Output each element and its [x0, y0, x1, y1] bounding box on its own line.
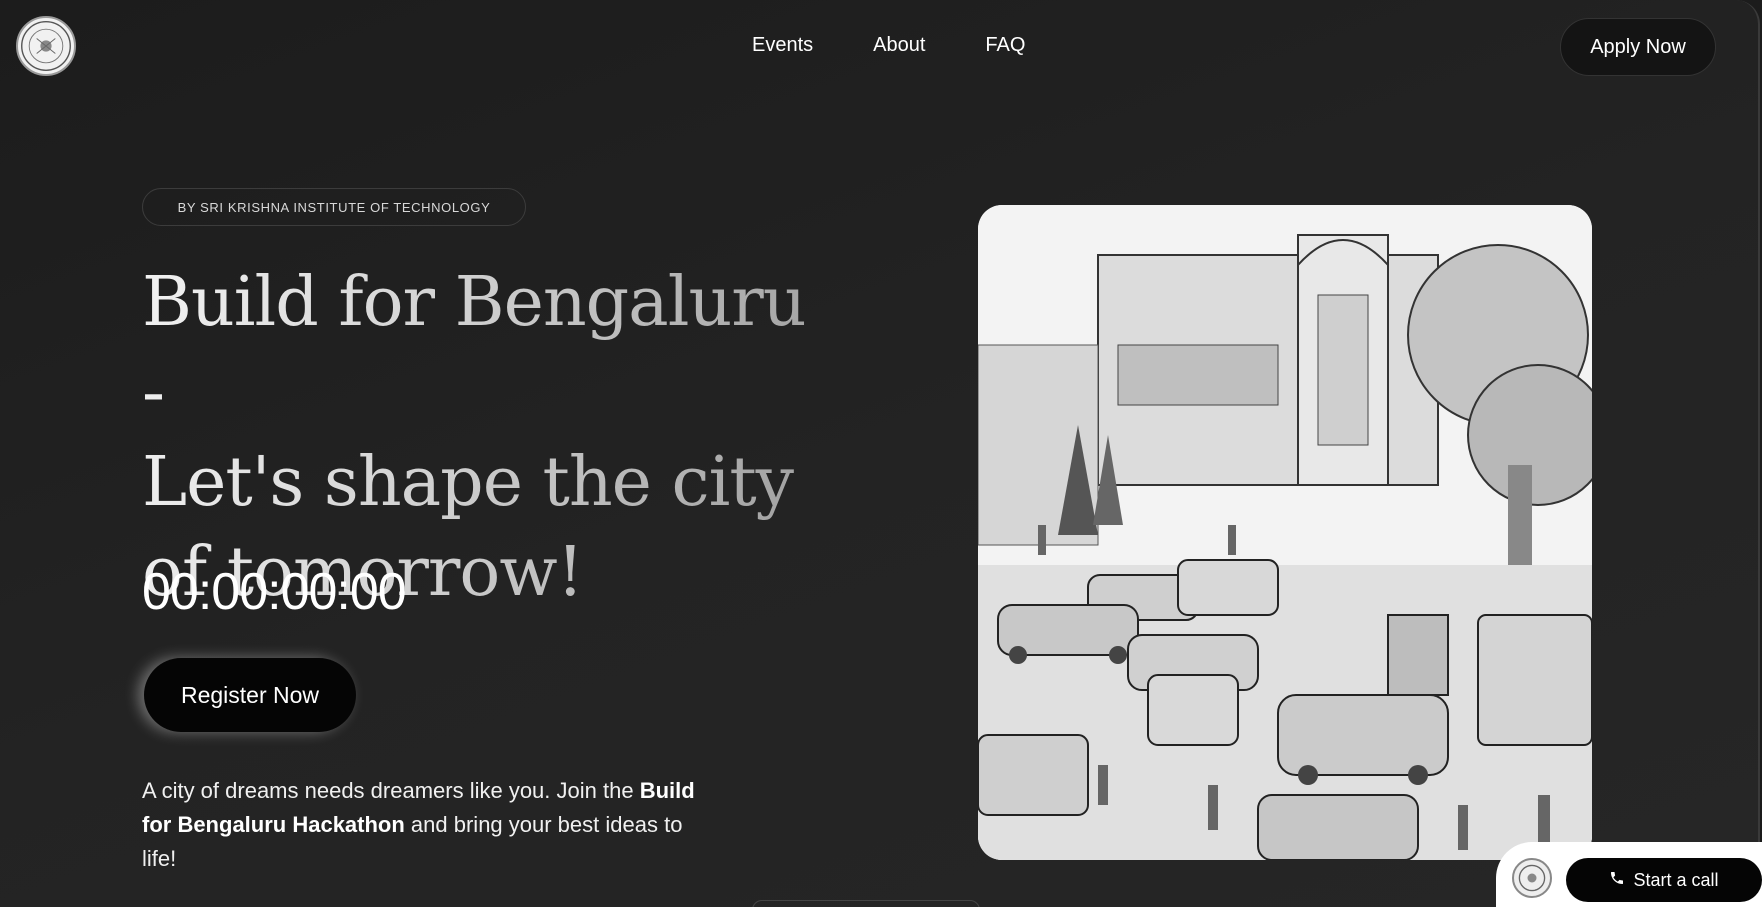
nav-item-faq[interactable]: FAQ — [985, 34, 1025, 57]
scroll-indicator — [752, 900, 980, 907]
nav-item-about[interactable]: About — [873, 34, 925, 57]
hero-description: A city of dreams needs dreamers like you… — [142, 774, 712, 876]
bengaluru-sketch-image — [978, 205, 1592, 860]
nav-item-events[interactable]: Events — [752, 34, 813, 57]
start-call-label: Start a call — [1633, 869, 1719, 890]
hero-title-line-1: Build for Bengaluru - — [142, 263, 806, 432]
call-widget: Start a call — [1496, 842, 1762, 907]
institute-logo-icon[interactable] — [16, 16, 76, 76]
description-text-start: A city of dreams needs dreamers like you… — [142, 778, 640, 803]
countdown-timer: 00:00:00:00 — [142, 563, 407, 621]
start-call-button[interactable]: Start a call — [1566, 858, 1762, 902]
main-nav: Events About FAQ — [752, 34, 1025, 57]
institute-avatar-icon — [1512, 858, 1552, 898]
hero-title-line-2: Let's shape the city — [142, 443, 794, 522]
phone-icon — [1609, 870, 1625, 891]
apply-now-button[interactable]: Apply Now — [1560, 18, 1716, 76]
organizer-tagline: BY SRI KRISHNA INSTITUTE OF TECHNOLOGY — [142, 188, 526, 226]
register-now-button[interactable]: Register Now — [144, 658, 356, 732]
